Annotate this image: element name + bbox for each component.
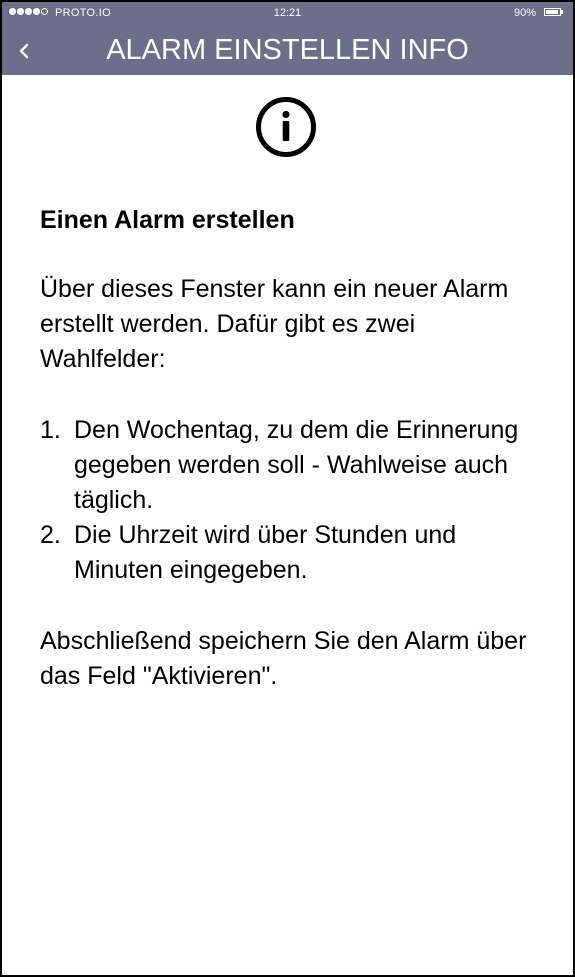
intro-paragraph: Über dieses Fenster kann ein neuer Alarm… bbox=[40, 275, 509, 373]
status-time: 12:21 bbox=[273, 7, 302, 19]
info-icon bbox=[255, 96, 317, 158]
step-number: 2. bbox=[40, 521, 61, 549]
step-text: Den Wochentag, zu dem die Erinnerung geg… bbox=[74, 416, 519, 514]
closing-paragraph: Abschließend speichern Sie den Alarm übe… bbox=[40, 627, 527, 690]
list-item: 2. Die Uhrzeit wird über Stunden und Min… bbox=[40, 518, 540, 588]
app-screen: PROTO.IO 12:21 90% ALARM EINSTELLEN INFO… bbox=[0, 0, 575, 977]
battery-percentage: 90% bbox=[513, 7, 536, 19]
page-title: ALARM EINSTELLEN INFO bbox=[106, 34, 469, 66]
battery-level bbox=[546, 10, 558, 14]
steps-list: 1. Den Wochentag, zu dem die Erinnerung … bbox=[40, 413, 540, 588]
step-number: 1. bbox=[40, 416, 61, 444]
section-heading: Einen Alarm erstellen bbox=[40, 206, 295, 234]
step-text: Die Uhrzeit wird über Stunden und Minute… bbox=[74, 521, 457, 584]
list-item: 1. Den Wochentag, zu dem die Erinnerung … bbox=[40, 413, 540, 518]
battery-icon bbox=[544, 8, 561, 16]
status-bar: PROTO.IO 12:21 90% bbox=[2, 2, 573, 24]
battery-tip bbox=[561, 10, 563, 14]
info-content: Einen Alarm erstellen Über dieses Fenste… bbox=[40, 202, 540, 694]
header-bar: PROTO.IO 12:21 90% ALARM EINSTELLEN INFO bbox=[2, 2, 573, 75]
